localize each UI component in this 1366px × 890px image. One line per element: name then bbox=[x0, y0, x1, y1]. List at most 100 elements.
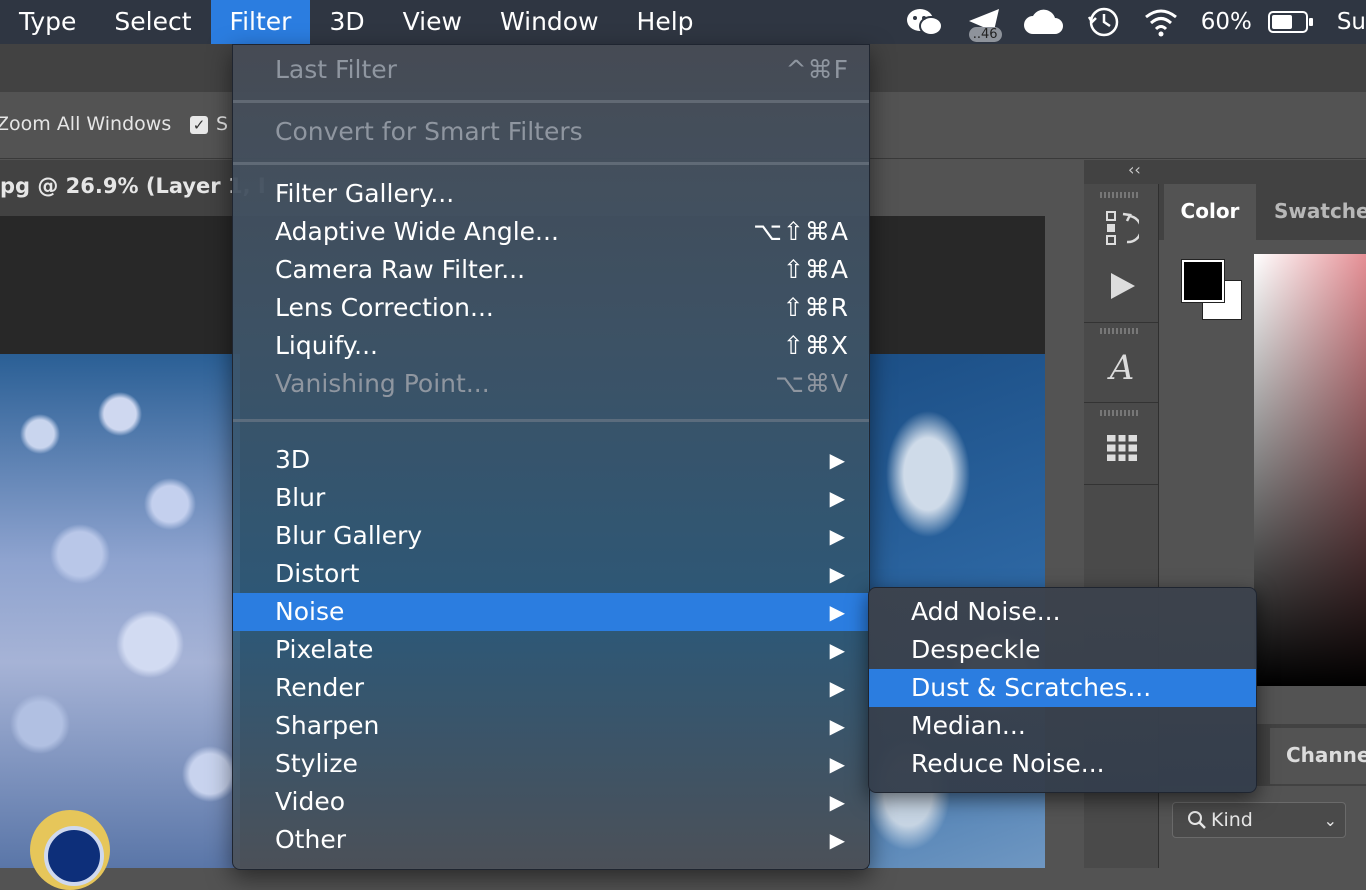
layer-kind-select[interactable]: Kind ⌄ bbox=[1172, 802, 1346, 838]
foreground-color-swatch[interactable] bbox=[1181, 259, 1225, 303]
noise-submenu: Add Noise... Despeckle Dust & Scratches.… bbox=[868, 587, 1257, 793]
menu-item-noise[interactable]: Noise ▶ bbox=[233, 593, 869, 631]
menu-item-label: Render bbox=[275, 673, 365, 702]
user-name[interactable]: Su bbox=[1337, 9, 1366, 35]
menu-item-lens-correction[interactable]: Lens Correction... ⇧⌘R bbox=[233, 289, 869, 327]
play-actions-icon[interactable] bbox=[1098, 264, 1146, 308]
menu-item-blur-gallery[interactable]: Blur Gallery ▶ bbox=[233, 517, 869, 555]
menu-item-label: Video bbox=[275, 787, 346, 816]
submenu-arrow-icon: ▶ bbox=[829, 676, 845, 700]
time-machine-icon[interactable] bbox=[1087, 5, 1121, 39]
menu-help[interactable]: Help bbox=[618, 0, 713, 44]
menu-item-camera-raw-filter[interactable]: Camera Raw Filter... ⇧⌘A bbox=[233, 251, 869, 289]
submenu-arrow-icon: ▶ bbox=[829, 486, 845, 510]
menu-item-label: Last Filter bbox=[275, 55, 397, 84]
menu-item-label: Filter Gallery... bbox=[275, 179, 455, 208]
kind-select-label: Kind bbox=[1211, 809, 1253, 831]
wifi-icon[interactable] bbox=[1143, 7, 1179, 37]
menu-item-shortcut: ⇧⌘A bbox=[782, 255, 849, 284]
submenu-arrow-icon: ▶ bbox=[829, 562, 845, 586]
menu-separator bbox=[233, 162, 869, 165]
submenu-arrow-icon: ▶ bbox=[829, 714, 845, 738]
divider bbox=[1084, 322, 1158, 323]
menu-item-filter-gallery[interactable]: Filter Gallery... bbox=[233, 175, 869, 213]
menu-bar: Type Select Filter 3D View Window Help .… bbox=[0, 0, 1366, 44]
menu-view[interactable]: View bbox=[384, 0, 481, 44]
submenu-item-despeckle[interactable]: Despeckle bbox=[869, 631, 1256, 669]
collapse-panels-icon[interactable]: ‹‹ bbox=[1128, 160, 1141, 179]
menu-item-stylize[interactable]: Stylize ▶ bbox=[233, 745, 869, 783]
menu-item-vanishing-point: Vanishing Point... ⌥⌘V bbox=[233, 365, 869, 403]
menu-item-3d[interactable]: 3D ▶ bbox=[233, 441, 869, 479]
history-panel-icon[interactable] bbox=[1098, 206, 1146, 250]
divider bbox=[1084, 402, 1158, 403]
search-icon bbox=[1187, 810, 1207, 830]
options-checkbox[interactable]: ✓ bbox=[190, 116, 208, 134]
menu-type[interactable]: Type bbox=[0, 0, 95, 44]
submenu-arrow-icon: ▶ bbox=[829, 790, 845, 814]
menu-item-label: Pixelate bbox=[275, 635, 374, 664]
menu-item-other[interactable]: Other ▶ bbox=[233, 821, 869, 859]
menu-item-label: Distort bbox=[275, 559, 360, 588]
menu-item-label: 3D bbox=[275, 445, 311, 474]
menu-item-label: Add Noise... bbox=[911, 597, 1061, 626]
menu-item-distort[interactable]: Distort ▶ bbox=[233, 555, 869, 593]
menu-item-convert-smart-filters: Convert for Smart Filters bbox=[233, 113, 869, 151]
menu-item-sharpen[interactable]: Sharpen ▶ bbox=[233, 707, 869, 745]
menu-item-shortcut: ⇧⌘R bbox=[782, 293, 849, 322]
menu-item-label: Liquify... bbox=[275, 331, 378, 360]
color-picker-field[interactable] bbox=[1254, 254, 1366, 686]
menu-separator bbox=[233, 419, 869, 422]
menu-item-liquify[interactable]: Liquify... ⇧⌘X bbox=[233, 327, 869, 365]
glyphs-panel-icon[interactable]: A bbox=[1098, 346, 1146, 390]
menu-select[interactable]: Select bbox=[95, 0, 210, 44]
menu-item-label: Lens Correction... bbox=[275, 293, 494, 322]
menu-item-adaptive-wide-angle[interactable]: Adaptive Wide Angle... ⌥⇧⌘A bbox=[233, 213, 869, 251]
menu-item-label: Stylize bbox=[275, 749, 358, 778]
zoom-all-windows-label[interactable]: Zoom All Windows bbox=[0, 113, 171, 135]
menu-item-pixelate[interactable]: Pixelate ▶ bbox=[233, 631, 869, 669]
submenu-arrow-icon: ▶ bbox=[829, 524, 845, 548]
properties-panel-icon[interactable] bbox=[1098, 426, 1146, 470]
submenu-arrow-icon: ▶ bbox=[829, 600, 845, 624]
document-tab-title: pg @ 26.9% (Layer 1, I bbox=[0, 174, 266, 198]
grip-handle[interactable] bbox=[1100, 192, 1140, 198]
tab-color[interactable]: Color bbox=[1164, 184, 1256, 240]
menu-item-label: Adaptive Wide Angle... bbox=[275, 217, 559, 246]
menu-item-label: Dust & Scratches... bbox=[911, 673, 1152, 702]
menu-3d[interactable]: 3D bbox=[310, 0, 383, 44]
menu-separator bbox=[233, 100, 869, 103]
grip-handle[interactable] bbox=[1100, 410, 1140, 416]
menu-item-label: Reduce Noise... bbox=[911, 749, 1105, 778]
submenu-arrow-icon: ▶ bbox=[829, 638, 845, 662]
menu-item-shortcut: ^⌘F bbox=[785, 55, 849, 84]
submenu-item-dust-scratches[interactable]: Dust & Scratches... bbox=[869, 669, 1256, 707]
menu-item-label: Convert for Smart Filters bbox=[275, 117, 583, 146]
submenu-item-median[interactable]: Median... bbox=[869, 707, 1256, 745]
grip-handle[interactable] bbox=[1100, 328, 1140, 334]
menu-item-label: Despeckle bbox=[911, 635, 1041, 664]
menu-item-render[interactable]: Render ▶ bbox=[233, 669, 869, 707]
menu-item-video[interactable]: Video ▶ bbox=[233, 783, 869, 821]
menu-item-blur[interactable]: Blur ▶ bbox=[233, 479, 869, 517]
tab-channels[interactable]: Channel bbox=[1270, 728, 1366, 784]
submenu-item-reduce-noise[interactable]: Reduce Noise... bbox=[869, 745, 1256, 783]
menu-item-label: Vanishing Point... bbox=[275, 369, 490, 398]
menu-item-label: Blur bbox=[275, 483, 326, 512]
submenu-item-add-noise[interactable]: Add Noise... bbox=[869, 593, 1256, 631]
telegram-icon[interactable]: ..46 bbox=[967, 7, 1002, 42]
menu-item-shortcut: ⌥⌘V bbox=[775, 369, 849, 398]
cloud-icon[interactable] bbox=[1023, 8, 1065, 36]
menu-item-shortcut: ⇧⌘X bbox=[782, 331, 849, 360]
menu-window[interactable]: Window bbox=[481, 0, 618, 44]
filter-menu: Last Filter ^⌘F Convert for Smart Filter… bbox=[232, 44, 870, 870]
menu-item-label: Median... bbox=[911, 711, 1026, 740]
fish-pupil-image bbox=[44, 826, 104, 886]
menu-item-label: Sharpen bbox=[275, 711, 380, 740]
wechat-icon[interactable] bbox=[905, 7, 945, 37]
menu-filter[interactable]: Filter bbox=[210, 0, 311, 44]
menu-item-label: Blur Gallery bbox=[275, 521, 423, 550]
battery-icon[interactable] bbox=[1267, 9, 1315, 35]
tab-swatches[interactable]: Swatches bbox=[1264, 184, 1366, 240]
dock-header bbox=[1084, 160, 1366, 184]
